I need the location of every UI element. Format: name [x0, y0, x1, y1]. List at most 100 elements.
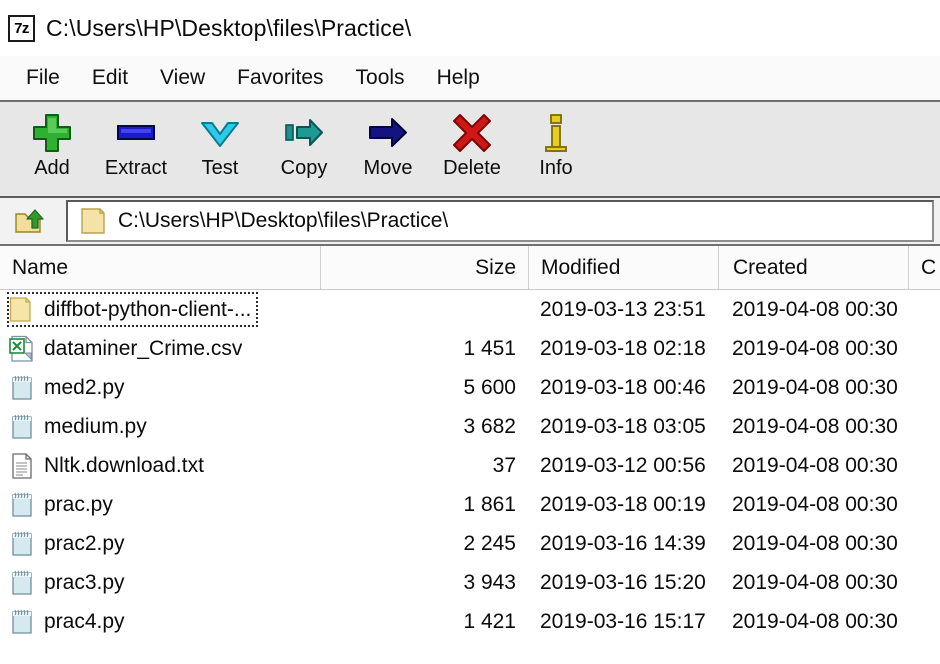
toolbar-button-label: Test [201, 157, 239, 179]
table-row[interactable]: prac4.py 1 421 2019-03-16 15:17 2019-04-08 … [0, 602, 940, 641]
text-document-icon [12, 452, 32, 479]
folder-up-icon [15, 209, 44, 233]
notepad-icon [8, 413, 36, 441]
cell-name[interactable]: prac2.py [0, 524, 320, 563]
toolbar-button-label: Info [539, 157, 573, 179]
cell-modified: 2019-03-16 14:39 [540, 531, 706, 555]
toolbar: Add Extract Test Copy Move Delete Info [0, 102, 940, 198]
table-row[interactable]: prac.py 1 861 2019-03-18 00:19 2019-04-08 0… [0, 485, 940, 524]
menu-item-favorites[interactable]: Favorites [221, 64, 339, 92]
file-name-wrap[interactable]: prac2.py [8, 527, 131, 560]
cell-size: 1 861 [463, 492, 516, 516]
notepad-icon [12, 414, 32, 439]
notepad-icon [8, 491, 36, 519]
file-name-wrap[interactable]: med2.py [8, 371, 131, 404]
file-name-wrap[interactable]: medium.py [8, 410, 153, 443]
toolbar-button-move[interactable]: Move [346, 106, 430, 180]
cell-name[interactable]: diffbot-python-client-... [0, 290, 320, 329]
toolbar-button-label: Copy [280, 157, 328, 179]
menu-bar: File Edit View Favorites Tools Help [0, 56, 940, 102]
cell-modified: 2019-03-18 00:19 [540, 492, 706, 516]
column-header-size[interactable]: Size [320, 246, 528, 289]
file-name-wrap[interactable]: diffbot-python-client-... [6, 292, 259, 327]
address-bar: C:\Users\HP\Desktop\files\Practice\ [0, 198, 940, 246]
cell-created: 2019-04-08 00:30 [732, 492, 898, 516]
menu-item-file[interactable]: File [10, 64, 76, 92]
cell-modified: 2019-03-18 00:46 [540, 375, 706, 399]
cell-created: 2019-04-08 00:30 [732, 453, 898, 477]
toolbar-button-extract[interactable]: Extract [94, 106, 178, 180]
cell-created: 2019-04-08 00:30 [732, 609, 898, 633]
cell-size: 5 600 [463, 375, 516, 399]
column-header-extra[interactable]: C [908, 246, 940, 289]
file-name-wrap[interactable]: dataminer_Crime.csv [8, 332, 248, 365]
file-name-label: medium.py [44, 414, 147, 438]
menu-item-view[interactable]: View [144, 64, 221, 92]
file-list[interactable]: diffbot-python-client-... 2019-03-13 23:5… [0, 290, 940, 664]
file-name-wrap[interactable]: prac.py [8, 488, 119, 521]
cell-name[interactable]: dataminer_Crime.csv [0, 329, 320, 368]
text-document-icon [8, 452, 36, 480]
file-name-label: prac4.py [44, 609, 125, 633]
notepad-icon [12, 492, 32, 517]
plus-icon-wrap [31, 110, 73, 156]
menu-item-edit[interactable]: Edit [76, 64, 144, 92]
file-name-label: prac3.py [44, 570, 125, 594]
app-icon-label: 7z [14, 19, 29, 37]
file-name-wrap[interactable]: Nltk.download.txt [8, 449, 210, 482]
chevron-down-icon-wrap [199, 110, 241, 156]
cell-modified: 2019-03-12 00:56 [540, 453, 706, 477]
notepad-icon [8, 374, 36, 402]
cell-modified: 2019-03-16 15:20 [540, 570, 706, 594]
copy-arrow-icon-wrap [283, 110, 325, 156]
menu-item-help[interactable]: Help [421, 64, 496, 92]
cell-size: 3 943 [463, 570, 516, 594]
table-row[interactable]: med2.py 5 600 2019-03-18 00:46 2019-04-08 0… [0, 368, 940, 407]
spreadsheet-icon [8, 335, 36, 363]
file-name-wrap[interactable]: prac4.py [8, 605, 131, 638]
table-row[interactable]: dataminer_Crime.csv 1 451 2019-03-18 02:18… [0, 329, 940, 368]
cross-icon-wrap [451, 110, 493, 156]
minus-bar-icon-wrap [115, 110, 157, 156]
cell-name[interactable]: prac4.py [0, 602, 320, 641]
table-row[interactable]: diffbot-python-client-... 2019-03-13 23:5… [0, 290, 940, 329]
toolbar-button-label: Add [34, 157, 70, 179]
toolbar-button-add[interactable]: Add [10, 106, 94, 180]
cell-name[interactable]: Nltk.download.txt [0, 446, 320, 485]
table-row[interactable]: prac3.py 3 943 2019-03-16 15:20 2019-04-08 … [0, 563, 940, 602]
table-row[interactable]: Nltk.download.txt 37 2019-03-12 00:56 2019-… [0, 446, 940, 485]
column-header-name[interactable]: Name [0, 246, 320, 289]
toolbar-button-info[interactable]: Info [514, 106, 598, 180]
folder-icon [8, 296, 36, 324]
file-name-label: med2.py [44, 375, 125, 399]
file-name-wrap[interactable]: prac3.py [8, 566, 131, 599]
copy-arrow-icon [285, 119, 323, 146]
cell-name[interactable]: prac.py [0, 485, 320, 524]
cell-size: 2 245 [463, 531, 516, 555]
folder-up-button[interactable] [6, 200, 56, 242]
cell-name[interactable]: med2.py [0, 368, 320, 407]
cell-modified: 2019-03-18 03:05 [540, 414, 706, 438]
toolbar-button-copy[interactable]: Copy [262, 106, 346, 180]
cell-name[interactable]: medium.py [0, 407, 320, 446]
path-combobox[interactable]: C:\Users\HP\Desktop\files\Practice\ [66, 200, 934, 242]
cell-modified: 2019-03-18 02:18 [540, 336, 706, 360]
toolbar-button-label: Move [363, 157, 413, 179]
title-bar: 7z C:\Users\HP\Desktop\files\Practice\ [0, 0, 940, 56]
toolbar-button-delete[interactable]: Delete [430, 106, 514, 180]
notepad-icon [8, 608, 36, 636]
cell-size: 1 451 [463, 336, 516, 360]
column-header-created[interactable]: Created [718, 246, 908, 289]
menu-item-tools[interactable]: Tools [340, 64, 421, 92]
toolbar-button-label: Delete [443, 157, 501, 179]
notepad-icon [12, 531, 32, 556]
cell-name[interactable]: prac3.py [0, 563, 320, 602]
cell-modified: 2019-03-13 23:51 [540, 297, 706, 321]
notepad-icon [12, 609, 32, 634]
table-row[interactable]: medium.py 3 682 2019-03-18 03:05 2019-04-08… [0, 407, 940, 446]
column-header-modified[interactable]: Modified [528, 246, 718, 289]
table-row[interactable]: prac2.py 2 245 2019-03-16 14:39 2019-04-08 … [0, 524, 940, 563]
toolbar-button-test[interactable]: Test [178, 106, 262, 180]
plus-icon [33, 114, 71, 152]
file-name-label: dataminer_Crime.csv [44, 336, 243, 360]
